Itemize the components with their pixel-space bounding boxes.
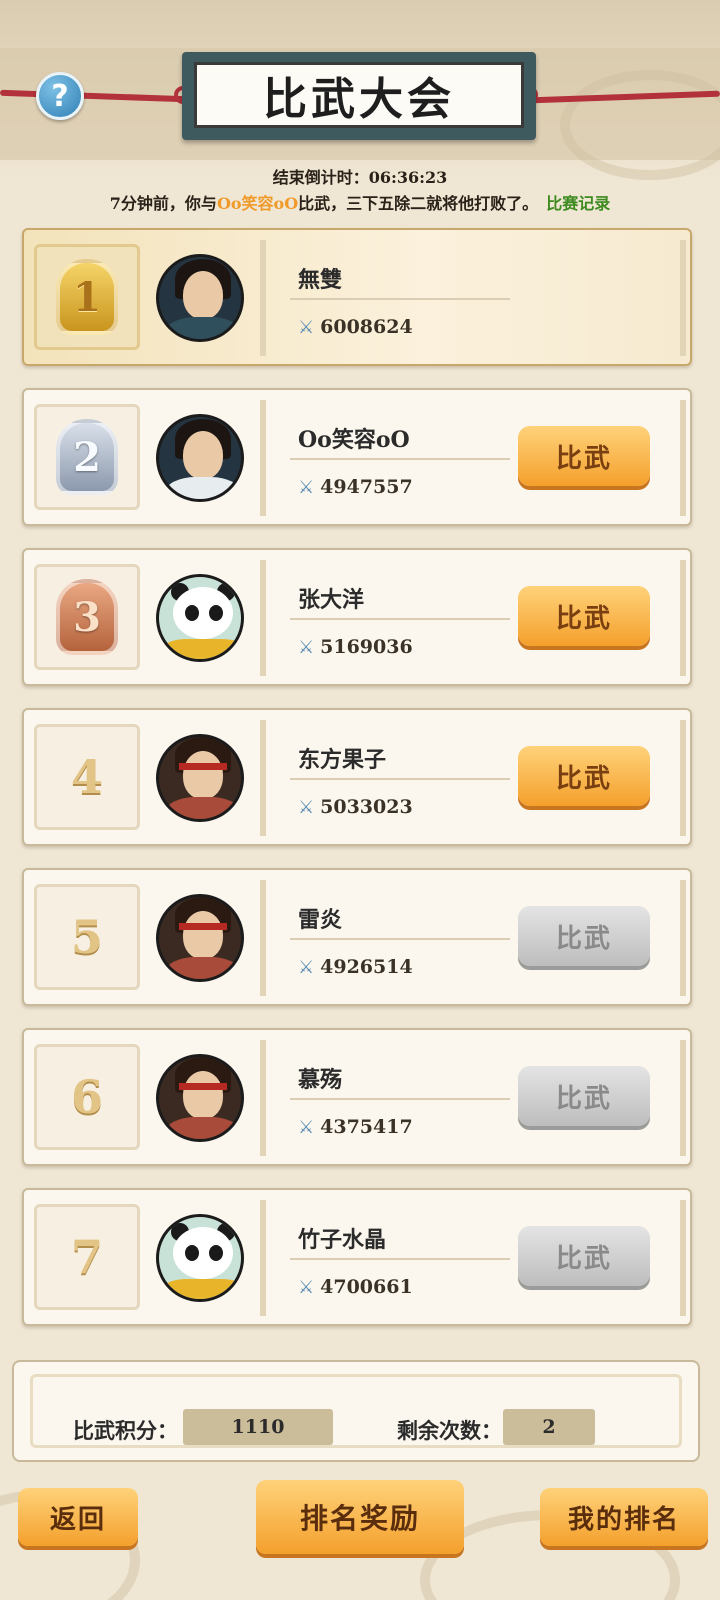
power-value: ⚔ 5033023 [298,796,413,818]
rank-row-4[interactable]: 4 东方果子 ⚔ 5033023 比武 [22,708,692,846]
divider [290,1098,510,1100]
challenge-button[interactable]: 比武 [518,746,650,806]
rank-box: 7 [34,1204,140,1310]
rank-box: 4 [34,724,140,830]
power-number: 6008624 [320,316,413,338]
back-button[interactable]: 返回 [18,1488,138,1546]
power-number: 5169036 [320,636,413,658]
rank-row-2[interactable]: 2 Oo笑容oO ⚔ 4947557 比武 [22,388,692,526]
crossed-swords-icon: ⚔ [298,796,315,818]
player-name: 竹子水晶 [298,1227,387,1253]
warrior-icon[interactable] [156,894,244,982]
stats-inner: 比武积分： 1110 剩余次数： 2 [30,1374,682,1448]
challenge-button[interactable]: 比武 [518,426,650,486]
rank-number: 5 [70,910,103,964]
power-number: 4700661 [320,1276,413,1298]
player-name: 無雙 [298,267,343,293]
challenge-button-disabled[interactable]: 比武 [518,1226,650,1286]
crossed-swords-icon: ⚔ [298,316,315,338]
battle-notice: 7分钟前，你与Oo笑容oO比武，三下五除二就将他打败了。 比赛记录 [0,190,720,214]
panda-icon[interactable] [156,1214,244,1302]
challenge-button-disabled[interactable]: 比武 [518,1066,650,1126]
rank-box: 1 [34,244,140,350]
my-rank-button[interactable]: 我的排名 [540,1488,708,1546]
divider [290,298,510,300]
rank-row-3[interactable]: 3 张大洋 ⚔ 5169036 比武 [22,548,692,686]
power-number: 4947557 [320,476,413,498]
player-name: 东方果子 [298,747,387,773]
power-value: ⚔ 4926514 [298,956,413,978]
power-value: ⚔ 4700661 [298,1276,413,1298]
remaining-value: 2 [503,1409,595,1445]
power-value: ⚔ 5169036 [298,636,413,658]
rank-number: 4 [70,750,103,804]
player-name: 慕殇 [298,1067,343,1093]
countdown: 结束倒计时：06:36:23 [0,164,720,188]
rank-reward-button[interactable]: 排名奖励 [256,1480,464,1554]
power-value: ⚔ 6008624 [298,316,413,338]
player-info: 無雙 ⚔ 6008624 [260,240,686,356]
power-number: 5033023 [320,796,413,818]
silver-badge-icon: 2 [56,419,118,495]
crossed-swords-icon: ⚔ [298,1116,315,1138]
player-name: Oo笑容oO [298,427,410,453]
bronze-badge-icon: 3 [56,579,118,655]
challenge-button[interactable]: 比武 [518,586,650,646]
warrior-icon[interactable] [156,1054,244,1142]
rank-number: 7 [70,1230,103,1284]
power-number: 4375417 [320,1116,413,1138]
rank-box: 5 [34,884,140,990]
rank-row-7[interactable]: 7 竹子水晶 ⚔ 4700661 比武 [22,1188,692,1326]
match-record-link[interactable]: 比赛记录 [546,194,610,213]
divider [290,458,510,460]
rank-box: 2 [34,404,140,510]
divider [290,778,510,780]
power-value: ⚔ 4947557 [298,476,413,498]
player-name: 张大洋 [298,587,365,613]
power-number: 4926514 [320,956,413,978]
help-button[interactable]: ? [36,72,84,120]
countdown-label: 结束倒计时： [272,168,369,187]
notice-opponent-name: Oo笑容oO [216,194,299,213]
question-icon: ? [51,78,69,114]
rank-number: 3 [73,593,101,641]
crossed-swords-icon: ⚔ [298,1276,315,1298]
countdown-value: 06:36:23 [368,168,448,187]
notice-prefix: 7分钟前，你与 [109,194,217,213]
rank-box: 3 [34,564,140,670]
rank-row-5[interactable]: 5 雷炎 ⚔ 4926514 比武 [22,868,692,1006]
divider [290,938,510,940]
score-label: 比武积分： [73,1418,178,1443]
power-value: ⚔ 4375417 [298,1116,413,1138]
rank-row-1[interactable]: 1 無雙 ⚔ 6008624 [22,228,692,366]
divider [290,1258,510,1260]
challenge-button-disabled[interactable]: 比武 [518,906,650,966]
title-plate: 比武大会 [182,52,536,140]
crossed-swords-icon: ⚔ [298,636,315,658]
gold-badge-icon: 1 [56,259,118,335]
remaining-label: 剩余次数： [397,1418,502,1443]
crossed-swords-icon: ⚔ [298,956,315,978]
divider [290,618,510,620]
rank-number: 2 [73,433,101,481]
rank-row-6[interactable]: 6 慕殇 ⚔ 4375417 比武 [22,1028,692,1166]
page-title: 比武大会 [263,74,455,125]
notice-suffix: 比武，三下五除二就将他打败了。 [298,194,539,213]
scholar-icon[interactable] [156,414,244,502]
rank-box: 6 [34,1044,140,1150]
warrior-icon[interactable] [156,734,244,822]
player-name: 雷炎 [298,907,343,933]
rank-number: 6 [70,1070,103,1124]
panda-icon[interactable] [156,574,244,662]
crossed-swords-icon: ⚔ [298,476,315,498]
rank-number: 1 [73,273,101,321]
stats-panel: 比武积分： 1110 剩余次数： 2 [12,1360,700,1462]
swordsman-icon[interactable] [156,254,244,342]
score-value: 1110 [183,1409,333,1445]
